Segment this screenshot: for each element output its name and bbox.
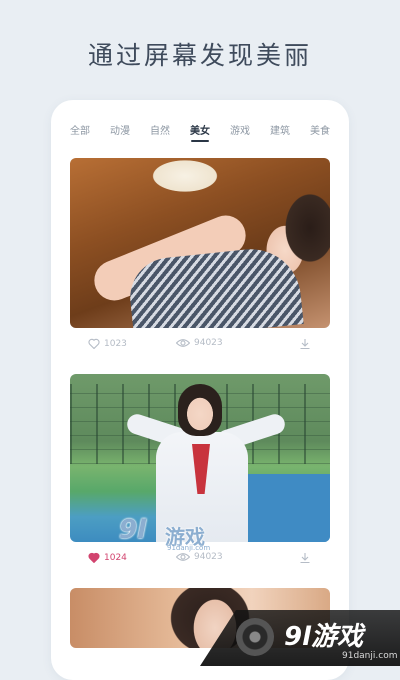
heart-icon (88, 552, 100, 563)
eye-icon (176, 339, 190, 347)
download-icon (300, 553, 310, 564)
download-button[interactable] (299, 552, 311, 564)
wallpaper-card: 1023 94023 (70, 158, 330, 358)
badge-url: 91danji.com (342, 651, 398, 661)
category-tabs: 全部 动漫 自然 美女 游戏 建筑 美食 (51, 122, 349, 146)
like-count: 1023 (104, 338, 127, 349)
phone-screen: 全部 动漫 自然 美女 游戏 建筑 美食 1023 94023 1024 940… (51, 100, 349, 680)
tab-anime[interactable]: 动漫 (110, 122, 130, 137)
download-icon (300, 339, 310, 350)
tab-all[interactable]: 全部 (70, 122, 90, 137)
like-button[interactable]: 1023 (88, 338, 127, 349)
watermark-url: 91danji.com (167, 544, 211, 552)
tab-beauty[interactable]: 美女 (190, 122, 210, 142)
tab-nature[interactable]: 自然 (150, 122, 170, 137)
heart-icon (88, 338, 100, 349)
view-stat: 94023 (176, 338, 223, 348)
tab-food[interactable]: 美食 (310, 122, 330, 137)
headline: 通过屏幕发现美丽 (87, 41, 312, 70)
tab-games[interactable]: 游戏 (230, 122, 250, 137)
site-watermark: 9l 游戏 91danji.com (119, 515, 249, 555)
card-stats: 1023 94023 (70, 338, 330, 354)
download-button[interactable] (299, 338, 311, 350)
tab-architecture[interactable]: 建筑 (270, 122, 290, 137)
badge-logo: 9l游戏 (284, 622, 364, 652)
disc-icon (236, 618, 274, 656)
wallpaper-image[interactable] (70, 158, 330, 328)
watermark-logo: 9l (119, 515, 147, 545)
view-count: 94023 (194, 338, 223, 348)
